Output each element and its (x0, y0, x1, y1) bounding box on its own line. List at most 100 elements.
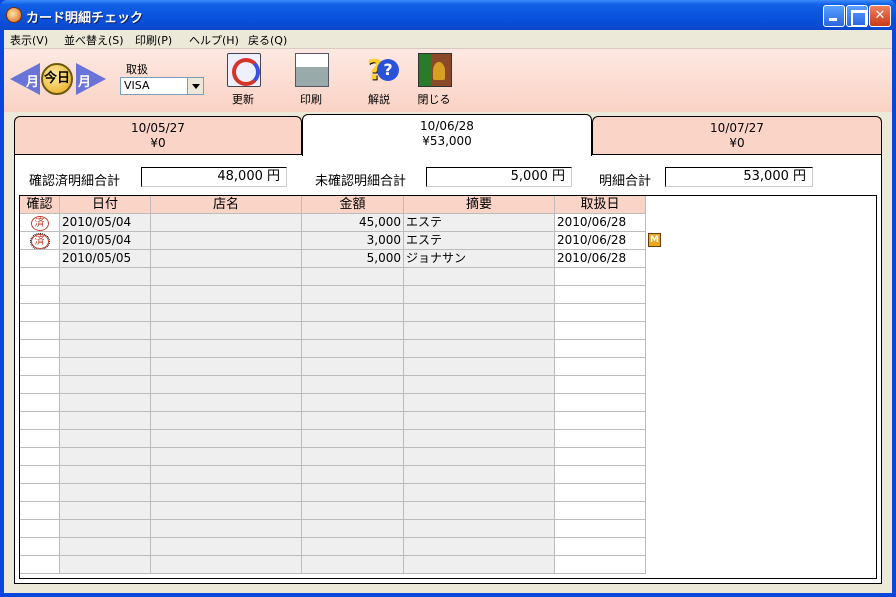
table-cell-date[interactable]: 2010/05/04 (60, 214, 151, 232)
table-cell-date[interactable] (60, 376, 151, 394)
table-cell-amount[interactable] (302, 430, 404, 448)
table-cell-handled[interactable] (555, 466, 646, 484)
table-cell-memo[interactable] (404, 430, 555, 448)
table-cell-date[interactable] (60, 484, 151, 502)
table-cell-amount[interactable] (302, 322, 404, 340)
table-cell-amount[interactable]: 3,000 (302, 232, 404, 250)
menu-sort[interactable]: 並べ替え(S) (64, 32, 124, 48)
table-cell-shop[interactable] (151, 358, 302, 376)
table-cell-check[interactable] (20, 268, 60, 286)
next-month-button[interactable]: 月 (74, 63, 106, 95)
table-cell-check[interactable] (20, 394, 60, 412)
table-cell-date[interactable] (60, 430, 151, 448)
maximize-button[interactable] (846, 5, 868, 27)
table-cell-shop[interactable] (151, 340, 302, 358)
menu-help[interactable]: ヘルプ(H) (189, 32, 239, 48)
table-cell-memo[interactable] (404, 286, 555, 304)
table-row[interactable]: 済 2010/05/04 3,000 エステ 2010/06/28 M (20, 232, 661, 250)
table-cell-handled[interactable] (555, 430, 646, 448)
table-cell-shop[interactable] (151, 304, 302, 322)
table-cell-shop[interactable] (151, 430, 302, 448)
table-cell-memo[interactable] (404, 358, 555, 376)
table-cell-amount[interactable] (302, 520, 404, 538)
col-shop[interactable]: 店名 (151, 196, 302, 214)
table-cell-shop[interactable] (151, 556, 302, 574)
prev-month-button[interactable]: 月 (10, 63, 42, 95)
table-cell-amount[interactable] (302, 502, 404, 520)
table-cell-memo[interactable] (404, 304, 555, 322)
title-bar[interactable]: カード明細チェック ✕ (0, 0, 896, 30)
table-cell-handled[interactable]: 2010/06/28 (555, 250, 646, 268)
table-cell-handled[interactable]: 2010/06/28 (555, 232, 646, 250)
table-cell-memo[interactable] (404, 340, 555, 358)
table-cell-check[interactable]: 済 (20, 214, 60, 232)
table-row[interactable] (20, 394, 650, 412)
table-cell-amount[interactable] (302, 304, 404, 322)
table-row[interactable] (20, 484, 650, 502)
table-cell-check[interactable] (20, 538, 60, 556)
col-check[interactable]: 確認 (20, 196, 60, 214)
table-cell-memo[interactable] (404, 268, 555, 286)
table-row[interactable] (20, 430, 650, 448)
col-amount[interactable]: 金額 (302, 196, 404, 214)
table-cell-date[interactable] (60, 358, 151, 376)
table-cell-shop[interactable] (151, 376, 302, 394)
table-cell-shop[interactable] (151, 448, 302, 466)
table-cell-memo[interactable]: エステ (404, 232, 555, 250)
table-cell-date[interactable] (60, 538, 151, 556)
menu-print[interactable]: 印刷(P) (135, 32, 172, 48)
table-cell-handled[interactable] (555, 556, 646, 574)
table-cell-shop[interactable] (151, 466, 302, 484)
table-cell-check[interactable] (20, 502, 60, 520)
table-cell-date[interactable] (60, 394, 151, 412)
table-cell-check[interactable] (20, 322, 60, 340)
table-cell-memo[interactable] (404, 322, 555, 340)
table-cell-handled[interactable] (555, 358, 646, 376)
print-button[interactable]: 印刷 (286, 51, 336, 111)
table-cell-check[interactable] (20, 430, 60, 448)
table-row[interactable]: 2010/05/05 5,000 ジョナサン 2010/06/28 (20, 250, 650, 268)
table-cell-amount[interactable] (302, 466, 404, 484)
table-cell-check[interactable] (20, 412, 60, 430)
today-button[interactable]: 今日 (41, 63, 73, 95)
table-cell-shop[interactable] (151, 502, 302, 520)
table-cell-handled[interactable] (555, 322, 646, 340)
table-cell-memo[interactable] (404, 376, 555, 394)
table-cell-shop[interactable] (151, 268, 302, 286)
table-cell-shop[interactable] (151, 394, 302, 412)
table-cell-date[interactable] (60, 412, 151, 430)
table-cell-shop[interactable] (151, 412, 302, 430)
tab-next-statement[interactable]: 10/07/27 ¥0 (592, 116, 882, 154)
table-cell-date[interactable] (60, 556, 151, 574)
table-cell-amount[interactable] (302, 538, 404, 556)
minimize-button[interactable] (823, 5, 845, 27)
table-row[interactable]: 済 2010/05/04 45,000 エステ 2010/06/28 (20, 214, 650, 232)
table-row[interactable] (20, 304, 650, 322)
table-cell-memo[interactable] (404, 412, 555, 430)
table-cell-check[interactable] (20, 466, 60, 484)
table-row[interactable] (20, 556, 650, 574)
table-cell-handled[interactable]: 2010/06/28 (555, 214, 646, 232)
table-cell-check[interactable] (20, 340, 60, 358)
table-cell-check[interactable] (20, 286, 60, 304)
table-cell-shop[interactable] (151, 232, 302, 250)
col-handled-date[interactable]: 取扱日 (555, 196, 646, 214)
col-date[interactable]: 日付 (60, 196, 151, 214)
table-cell-shop[interactable] (151, 214, 302, 232)
table-cell-check[interactable] (20, 376, 60, 394)
table-row[interactable] (20, 520, 650, 538)
table-row[interactable] (20, 466, 650, 484)
table-row[interactable] (20, 268, 650, 286)
table-cell-check[interactable] (20, 484, 60, 502)
table-cell-check[interactable] (20, 448, 60, 466)
table-cell-check[interactable] (20, 520, 60, 538)
table-cell-memo[interactable] (404, 502, 555, 520)
chevron-down-icon[interactable] (187, 78, 203, 94)
tab-prev-statement[interactable]: 10/05/27 ¥0 (14, 116, 302, 154)
menu-back[interactable]: 戻る(Q) (248, 32, 287, 48)
table-row[interactable] (20, 448, 650, 466)
table-cell-shop[interactable] (151, 322, 302, 340)
table-cell-amount[interactable] (302, 448, 404, 466)
table-cell-shop[interactable] (151, 484, 302, 502)
table-cell-memo[interactable] (404, 466, 555, 484)
